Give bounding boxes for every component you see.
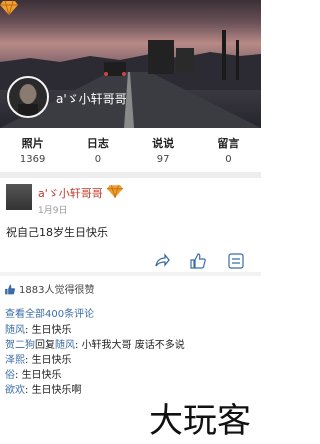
comments-section: 查看全部400条评论 随风: 生日快乐 贺二狗回复随风: 小轩我大哥 废话不多说… (5, 305, 257, 398)
watermark-text: 大玩客 (149, 401, 251, 440)
stat-blog[interactable]: 日志 0 (65, 128, 130, 172)
stat-label: 照片 (21, 137, 44, 150)
stat-label: 说说 (152, 137, 175, 150)
cover-photo[interactable]: a'ゞ小轩哥哥 (0, 0, 261, 128)
section-divider (0, 272, 261, 276)
stat-value: 1369 (19, 154, 46, 165)
post-avatar[interactable] (6, 184, 32, 210)
person-photo (18, 84, 38, 116)
stat-value: 97 (156, 154, 170, 165)
comment-item[interactable]: 随风: 生日快乐 (5, 323, 257, 338)
comment-text: 生日快乐 (31, 355, 72, 366)
comment-text: 生日快乐 (31, 325, 72, 336)
like-icon[interactable] (189, 252, 207, 270)
comment-text: 小轩我大哥 废话不多说 (81, 340, 185, 351)
stat-value: 0 (225, 154, 232, 165)
comment-item[interactable]: 俗: 生日快乐 (5, 368, 257, 383)
profile-avatar[interactable] (7, 76, 49, 118)
stat-messages[interactable]: 留言 0 (196, 128, 261, 172)
stat-label: 留言 (217, 137, 240, 150)
diamond-badge-icon[interactable] (0, 0, 18, 15)
thumbs-up-icon (5, 284, 16, 295)
share-icon[interactable] (153, 252, 171, 270)
watermark-logo: 大玩客 (149, 401, 251, 440)
comment-user[interactable]: 贺二狗 (5, 340, 35, 351)
more-icon[interactable] (227, 252, 245, 270)
profile-stats: 照片 1369 日志 0 说说 97 留言 0 (0, 128, 261, 172)
comment-user[interactable]: 泽熙 (5, 355, 25, 366)
comment-item[interactable]: 贺二狗回复随风: 小轩我大哥 废话不多说 (5, 338, 257, 353)
stat-photos[interactable]: 照片 1369 (0, 128, 65, 172)
stat-label: 日志 (86, 137, 109, 150)
feed-post: a'ゞ小轩哥哥 1月9日 祝自己18岁生日快乐 (0, 178, 261, 272)
comment-user[interactable]: 欲欢 (5, 385, 25, 396)
comment-user[interactable]: 俗 (5, 370, 15, 381)
stat-value: 0 (94, 154, 102, 165)
post-actions (151, 252, 261, 270)
comment-text: 生日快乐啊 (31, 385, 82, 396)
comment-reply-target[interactable]: 随风 (55, 340, 75, 351)
comment-reply-word: 回复 (35, 340, 55, 351)
post-text: 祝自己18岁生日快乐 (6, 226, 108, 239)
diamond-badge-icon (107, 185, 123, 198)
post-author[interactable]: a'ゞ小轩哥哥 (38, 185, 103, 201)
comment-item[interactable]: 泽熙: 生日快乐 (5, 353, 257, 368)
comment-user[interactable]: 随风 (5, 325, 25, 336)
post-date: 1月9日 (38, 206, 68, 216)
comment-text: 生日快乐 (21, 370, 62, 381)
likes-text: 1883人觉得很赞 (19, 285, 95, 296)
stat-posts[interactable]: 说说 97 (131, 128, 196, 172)
likes-summary[interactable]: 1883人觉得很赞 (4, 281, 94, 296)
profile-name[interactable]: a'ゞ小轩哥哥 (56, 90, 127, 107)
view-all-comments-link[interactable]: 查看全部400条评论 (5, 305, 257, 320)
